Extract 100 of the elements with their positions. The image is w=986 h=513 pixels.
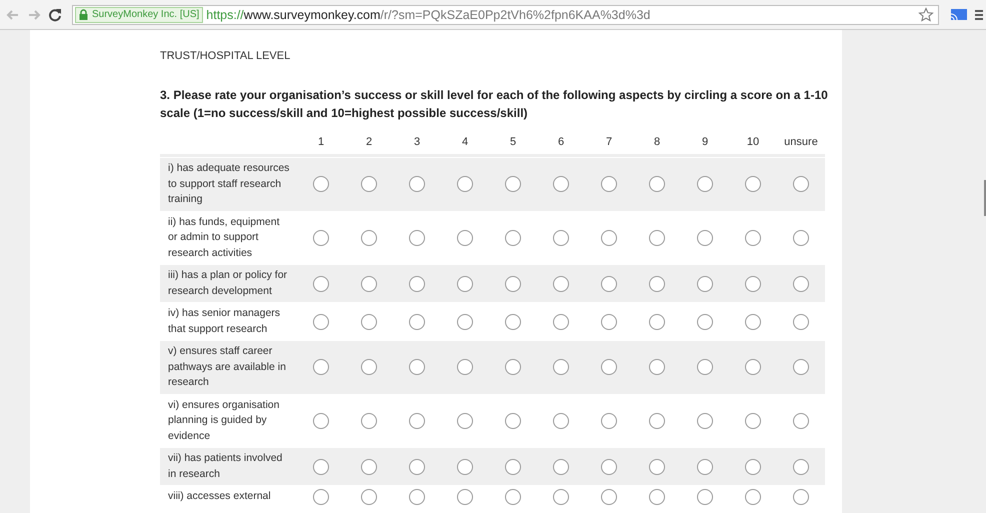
- radio-button[interactable]: [601, 359, 617, 376]
- row-label: vi) ensures organisation planning is guided by evidence: [167, 398, 280, 444]
- radio-button[interactable]: [745, 276, 761, 292]
- radio-button[interactable]: [505, 458, 521, 474]
- radio-button[interactable]: [793, 458, 809, 474]
- radio-button[interactable]: [409, 230, 425, 246]
- radio-button[interactable]: [745, 314, 761, 330]
- radio-button[interactable]: [553, 314, 569, 330]
- radio-button[interactable]: [505, 276, 521, 292]
- radio-button[interactable]: [361, 458, 377, 474]
- radio-button[interactable]: [745, 412, 761, 429]
- radio-button[interactable]: [361, 176, 377, 192]
- radio-button[interactable]: [745, 359, 761, 376]
- radio-button[interactable]: [649, 412, 665, 429]
- radio-button[interactable]: [649, 276, 665, 292]
- radio-button[interactable]: [793, 176, 809, 192]
- radio-button[interactable]: [793, 412, 809, 429]
- radio-button[interactable]: [505, 412, 521, 429]
- radio-button[interactable]: [793, 359, 809, 376]
- radio-button[interactable]: [457, 489, 473, 505]
- radio-button[interactable]: [553, 359, 569, 376]
- radio-button[interactable]: [457, 176, 473, 192]
- radio-button[interactable]: [601, 230, 617, 246]
- radio-button[interactable]: [457, 314, 473, 330]
- radio-button[interactable]: [409, 359, 425, 376]
- radio-button[interactable]: [601, 458, 617, 474]
- radio-button[interactable]: [313, 412, 329, 429]
- radio-button[interactable]: [649, 489, 665, 505]
- radio-button[interactable]: [553, 230, 569, 246]
- radio-button[interactable]: [793, 230, 809, 246]
- menu-icon[interactable]: [975, 8, 983, 20]
- radio-button[interactable]: [457, 412, 473, 429]
- scrollbar-thumb[interactable]: [984, 180, 986, 216]
- radio-button[interactable]: [601, 314, 617, 330]
- radio-button[interactable]: [313, 276, 329, 292]
- radio-button[interactable]: [313, 230, 329, 246]
- forward-icon[interactable]: [27, 8, 41, 22]
- radio-button[interactable]: [553, 176, 569, 192]
- radio-button[interactable]: [601, 412, 617, 429]
- cast-icon[interactable]: [950, 8, 968, 22]
- radio-button[interactable]: [745, 176, 761, 192]
- radio-button[interactable]: [553, 458, 569, 474]
- reload-icon[interactable]: [48, 8, 62, 22]
- radio-button[interactable]: [505, 314, 521, 330]
- radio-button[interactable]: [313, 314, 329, 330]
- radio-button[interactable]: [409, 176, 425, 192]
- radio-button[interactable]: [697, 176, 713, 192]
- radio-button[interactable]: [649, 176, 665, 192]
- radio-button[interactable]: [409, 314, 425, 330]
- radio-button[interactable]: [409, 489, 425, 505]
- scale-heading: 9: [700, 136, 710, 148]
- radio-button[interactable]: [697, 276, 713, 292]
- radio-button[interactable]: [361, 314, 377, 330]
- radio-button[interactable]: [601, 489, 617, 505]
- star-icon[interactable]: [918, 6, 934, 22]
- radio-button[interactable]: [793, 314, 809, 330]
- radio-button[interactable]: [361, 276, 377, 292]
- radio-button[interactable]: [505, 489, 521, 505]
- radio-button[interactable]: [553, 412, 569, 429]
- radio-button[interactable]: [745, 230, 761, 246]
- radio-button[interactable]: [361, 412, 377, 429]
- radio-button[interactable]: [409, 412, 425, 429]
- radio-button[interactable]: [457, 458, 473, 474]
- radio-button[interactable]: [505, 359, 521, 376]
- radio-button[interactable]: [697, 412, 713, 429]
- radio-button[interactable]: [649, 458, 665, 474]
- radio-button[interactable]: [697, 489, 713, 505]
- radio-button[interactable]: [649, 230, 665, 246]
- back-icon[interactable]: [6, 8, 20, 22]
- radio-button[interactable]: [745, 489, 761, 505]
- radio-button[interactable]: [313, 176, 329, 192]
- radio-button[interactable]: [361, 230, 377, 246]
- radio-button[interactable]: [697, 314, 713, 330]
- radio-button[interactable]: [409, 276, 425, 292]
- radio-button[interactable]: [313, 489, 329, 505]
- radio-button[interactable]: [601, 276, 617, 292]
- lock-icon: [79, 9, 88, 20]
- radio-button[interactable]: [313, 458, 329, 474]
- radio-button[interactable]: [457, 230, 473, 246]
- radio-button[interactable]: [697, 230, 713, 246]
- radio-button[interactable]: [745, 458, 761, 474]
- radio-button[interactable]: [649, 314, 665, 330]
- radio-button[interactable]: [505, 230, 521, 246]
- radio-button[interactable]: [457, 276, 473, 292]
- radio-button[interactable]: [697, 458, 713, 474]
- address-bar[interactable]: SurveyMonkey Inc. [US] https://www.surveymonkey.com/r/?sm=PQkSZaE0Pp2tVh6%2fpn6KAA%3d%3d: [72, 4, 939, 24]
- radio-button[interactable]: [553, 489, 569, 505]
- radio-button[interactable]: [505, 176, 521, 192]
- radio-button[interactable]: [361, 359, 377, 376]
- radio-button[interactable]: [409, 458, 425, 474]
- radio-button[interactable]: [649, 359, 665, 376]
- radio-button[interactable]: [793, 489, 809, 505]
- radio-button[interactable]: [361, 489, 377, 505]
- radio-button[interactable]: [601, 176, 617, 192]
- radio-button[interactable]: [793, 276, 809, 292]
- radio-button[interactable]: [457, 359, 473, 376]
- row-label: iii) has a plan or policy for research development: [167, 268, 288, 298]
- radio-button[interactable]: [553, 276, 569, 292]
- radio-button[interactable]: [313, 359, 329, 376]
- radio-button[interactable]: [697, 359, 713, 376]
